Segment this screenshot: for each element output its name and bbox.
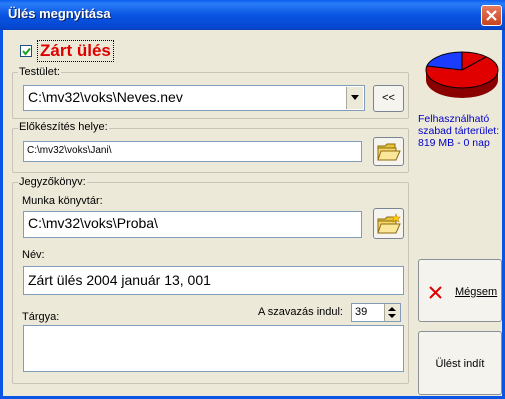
close-icon [486, 10, 497, 21]
cancel-button-label: Mégsem [455, 286, 498, 298]
folder-open-icon [377, 143, 401, 161]
workdir-value: C:\mv32\voks\Proba\ [28, 215, 158, 231]
body-combobox[interactable]: C:\mv32\voks\Neves.nev [23, 85, 365, 111]
close-button[interactable] [481, 5, 502, 26]
back-button-label: << [382, 92, 395, 104]
start-session-button[interactable]: Ülést indít [418, 331, 502, 395]
vote-start-spinner[interactable]: 39 [351, 303, 401, 322]
workdir-field[interactable]: C:\mv32\voks\Proba\ [23, 211, 362, 238]
workdir-label: Munka könyvtár: [22, 195, 103, 207]
spinner-arrows[interactable] [384, 304, 400, 321]
subject-label: Tárgya: [22, 311, 60, 323]
closed-session-checkbox[interactable] [20, 45, 32, 57]
chevron-down-icon [351, 95, 359, 100]
title-bar: Ülés megnyitása [0, 0, 505, 30]
vote-start-label: A szavazás indul: [258, 306, 343, 318]
new-folder-icon [377, 213, 401, 234]
prep-path-field[interactable]: C:\mv32\voks\Jani\ [23, 141, 362, 162]
cancel-button[interactable]: Mégsem [418, 259, 502, 322]
prep-browse-button[interactable] [373, 137, 404, 166]
disk-line-2: szabad tárterület: [418, 125, 500, 137]
prep-group-label: Előkészítés helye: [18, 121, 109, 133]
body-group-label: Testület: [18, 66, 61, 78]
closed-session-label[interactable]: Zárt ülés [37, 40, 114, 62]
spinner-up-down-icon [388, 307, 396, 318]
body-combobox-dropdown[interactable] [346, 87, 363, 109]
name-field[interactable]: Zárt ülés 2004 január 13, 001 [23, 266, 404, 295]
prep-path-value: C:\mv32\voks\Jani\ [27, 145, 112, 156]
minutes-group-label: Jegyzőkönyv: [18, 176, 87, 188]
name-value: Zárt ülés 2004 január 13, 001 [28, 272, 211, 288]
disk-free-info: Felhasználható szabad tárterület: 819 MB… [418, 113, 505, 149]
name-label: Név: [22, 249, 45, 261]
disk-usage-pie-icon [425, 51, 499, 98]
window-title: Ülés megnyitása [8, 6, 111, 21]
vote-start-value: 39 [355, 306, 368, 318]
workdir-new-folder-button[interactable] [373, 208, 404, 239]
start-session-label: Ülést indít [435, 358, 485, 370]
cancel-x-icon [429, 286, 442, 299]
body-combobox-value: C:\mv32\voks\Neves.nev [28, 89, 183, 105]
disk-line-1: Felhasználható [418, 113, 490, 125]
back-button[interactable]: << [373, 85, 404, 112]
disk-line-3: 819 MB - 0 nap [418, 137, 490, 149]
subject-textarea[interactable] [23, 325, 404, 372]
checkmark-icon [22, 47, 31, 56]
